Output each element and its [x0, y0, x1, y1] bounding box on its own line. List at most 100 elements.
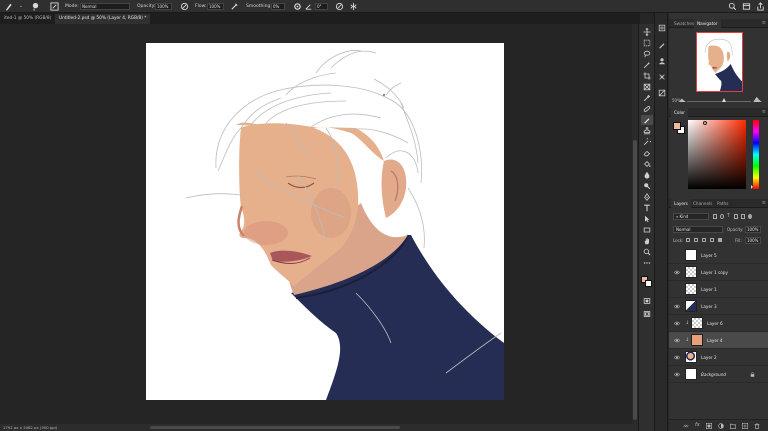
- hue-slider-thumb[interactable]: [751, 185, 753, 189]
- fx-icon[interactable]: fx: [695, 422, 700, 428]
- layer-visibility-eye-icon[interactable]: [674, 304, 680, 309]
- eyedropper-tool[interactable]: [641, 93, 653, 103]
- layer-row[interactable]: Layer 1: [669, 281, 768, 298]
- layer-row[interactable]: Background: [669, 366, 768, 383]
- layer-row[interactable]: Layer 1 copy: [669, 264, 768, 281]
- layer-visibility-eye-icon[interactable]: [674, 253, 680, 258]
- layer-name[interactable]: Layer 1: [701, 281, 717, 298]
- layer-row[interactable]: ↓ Layer 4: [669, 332, 768, 349]
- lock-position-icon[interactable]: [702, 238, 706, 242]
- layer-thumbnail[interactable]: [685, 351, 697, 363]
- lock-image-icon[interactable]: [694, 238, 698, 242]
- layer-name[interactable]: Layer 5: [701, 247, 717, 264]
- layer-name[interactable]: Layer 6: [707, 315, 723, 332]
- layer-row[interactable]: Layer 2: [669, 349, 768, 366]
- share-icon[interactable]: [756, 2, 765, 11]
- healing-brush-tool[interactable]: [641, 104, 653, 114]
- mode-select[interactable]: Normal: [80, 3, 130, 10]
- brush-settings-panel-icon[interactable]: [50, 2, 59, 11]
- brush-tool-preset-icon[interactable]: [4, 2, 13, 11]
- layer-visibility-eye-icon[interactable]: [674, 372, 680, 377]
- crop-tool[interactable]: [641, 71, 653, 81]
- screen-mode-tool[interactable]: [641, 309, 653, 319]
- artwork-canvas[interactable]: [146, 43, 504, 400]
- airbrush-icon[interactable]: [230, 2, 239, 11]
- layer-thumbnail[interactable]: [685, 300, 697, 312]
- lock-artboard-icon[interactable]: [710, 238, 714, 242]
- tab-navigator[interactable]: Navigator: [694, 19, 721, 28]
- tab-layers[interactable]: Layers: [671, 199, 691, 208]
- eraser-tool[interactable]: [641, 148, 653, 158]
- hue-slider[interactable]: [753, 120, 759, 189]
- marquee-tool[interactable]: [641, 38, 653, 48]
- layer-filter-kind-select[interactable]: ⌕ Kind: [673, 213, 709, 220]
- edit-toolbar[interactable]: [641, 258, 653, 268]
- smoothing-options-gear-icon[interactable]: [293, 2, 302, 11]
- adjustment-layer-icon[interactable]: [718, 423, 724, 429]
- zoom-out-mountain-icon[interactable]: [679, 97, 686, 102]
- opacity-field[interactable]: 100%: [155, 3, 172, 10]
- smoothing-field[interactable]: 0%: [271, 3, 285, 10]
- filter-shape-icon[interactable]: [734, 214, 738, 219]
- color-saturation-field[interactable]: [688, 120, 746, 189]
- symmetry-icon[interactable]: [349, 2, 358, 11]
- filter-toggle-icon[interactable]: [748, 214, 752, 219]
- layers-panel-menu-icon[interactable]: ≡: [762, 200, 766, 206]
- dodge-tool[interactable]: [641, 181, 653, 191]
- gradient-tool[interactable]: [641, 159, 653, 169]
- zoom-in-mountain-icon[interactable]: [753, 96, 762, 102]
- layer-thumbnail[interactable]: [691, 317, 703, 329]
- layer-visibility-eye-icon[interactable]: [674, 287, 680, 292]
- document-tab-untitled-1[interactable]: ited-1 @ 50% (RGB/8): [0, 14, 55, 24]
- brush-angle-field[interactable]: 0°: [315, 3, 328, 10]
- layer-name[interactable]: Layer 4: [707, 332, 723, 349]
- people-icon[interactable]: [658, 57, 666, 65]
- frame-tool[interactable]: [641, 82, 653, 92]
- properties-icon[interactable]: [658, 73, 666, 81]
- workspace-icon[interactable]: [742, 2, 751, 11]
- layer-visibility-eye-icon[interactable]: [674, 270, 680, 275]
- quick-mask-tool[interactable]: [641, 296, 653, 306]
- move-tool[interactable]: [641, 27, 653, 37]
- delete-layer-trash-icon[interactable]: [754, 423, 760, 429]
- vertical-scroll-thumb[interactable]: [633, 140, 637, 420]
- pressure-size-icon[interactable]: [335, 2, 344, 11]
- add-mask-icon[interactable]: [706, 423, 712, 429]
- color-picker-marker[interactable]: [703, 121, 707, 125]
- lock-all-icon[interactable]: [718, 238, 722, 242]
- horizontal-scroll-thumb[interactable]: [150, 426, 400, 429]
- filter-smart-object-icon[interactable]: [741, 214, 745, 219]
- pressure-opacity-icon[interactable]: [180, 2, 189, 11]
- zoom-tool[interactable]: [641, 247, 653, 257]
- blend-mode-select[interactable]: Normal: [673, 226, 723, 233]
- history-brush-tool[interactable]: [641, 137, 653, 147]
- brush-angle-icon[interactable]: [304, 2, 313, 11]
- tab-paths[interactable]: Paths: [714, 199, 731, 208]
- lasso-tool[interactable]: [641, 49, 653, 59]
- brush-tool[interactable]: [641, 115, 653, 125]
- brush-settings-icon[interactable]: [658, 41, 666, 49]
- pen-tool[interactable]: [641, 192, 653, 202]
- path-selection-tool[interactable]: [641, 214, 653, 224]
- layer-thumbnail[interactable]: [685, 283, 697, 295]
- color-foreground-swatch[interactable]: [673, 122, 681, 130]
- layer-visibility-eye-icon[interactable]: [674, 338, 680, 343]
- lock-transparent-icon[interactable]: [686, 238, 690, 242]
- history-icon[interactable]: [658, 24, 666, 32]
- lock-icon[interactable]: [750, 372, 755, 377]
- layer-name[interactable]: Layer 1 copy: [701, 264, 728, 281]
- layer-thumbnail[interactable]: [685, 249, 697, 261]
- link-layers-icon[interactable]: [683, 423, 689, 429]
- layer-thumbnail[interactable]: [685, 368, 697, 380]
- filter-type-icon[interactable]: T: [727, 214, 731, 219]
- layer-opacity-field[interactable]: 100%: [745, 226, 761, 233]
- hand-tool[interactable]: [641, 236, 653, 246]
- blur-tool[interactable]: [641, 170, 653, 180]
- preset-dropdown-arrow[interactable]: ⌄: [19, 3, 23, 10]
- layer-row[interactable]: ↓ Layer 6: [669, 315, 768, 332]
- adjustments-icon[interactable]: [658, 89, 666, 97]
- rectangle-tool[interactable]: [641, 225, 653, 235]
- document-tab-untitled-2[interactable]: Untitled-2.psd @ 50% (Layer 4, RGB/8) *: [55, 14, 151, 24]
- layer-thumbnail[interactable]: [685, 266, 697, 278]
- navigator-view-box[interactable]: [696, 32, 743, 92]
